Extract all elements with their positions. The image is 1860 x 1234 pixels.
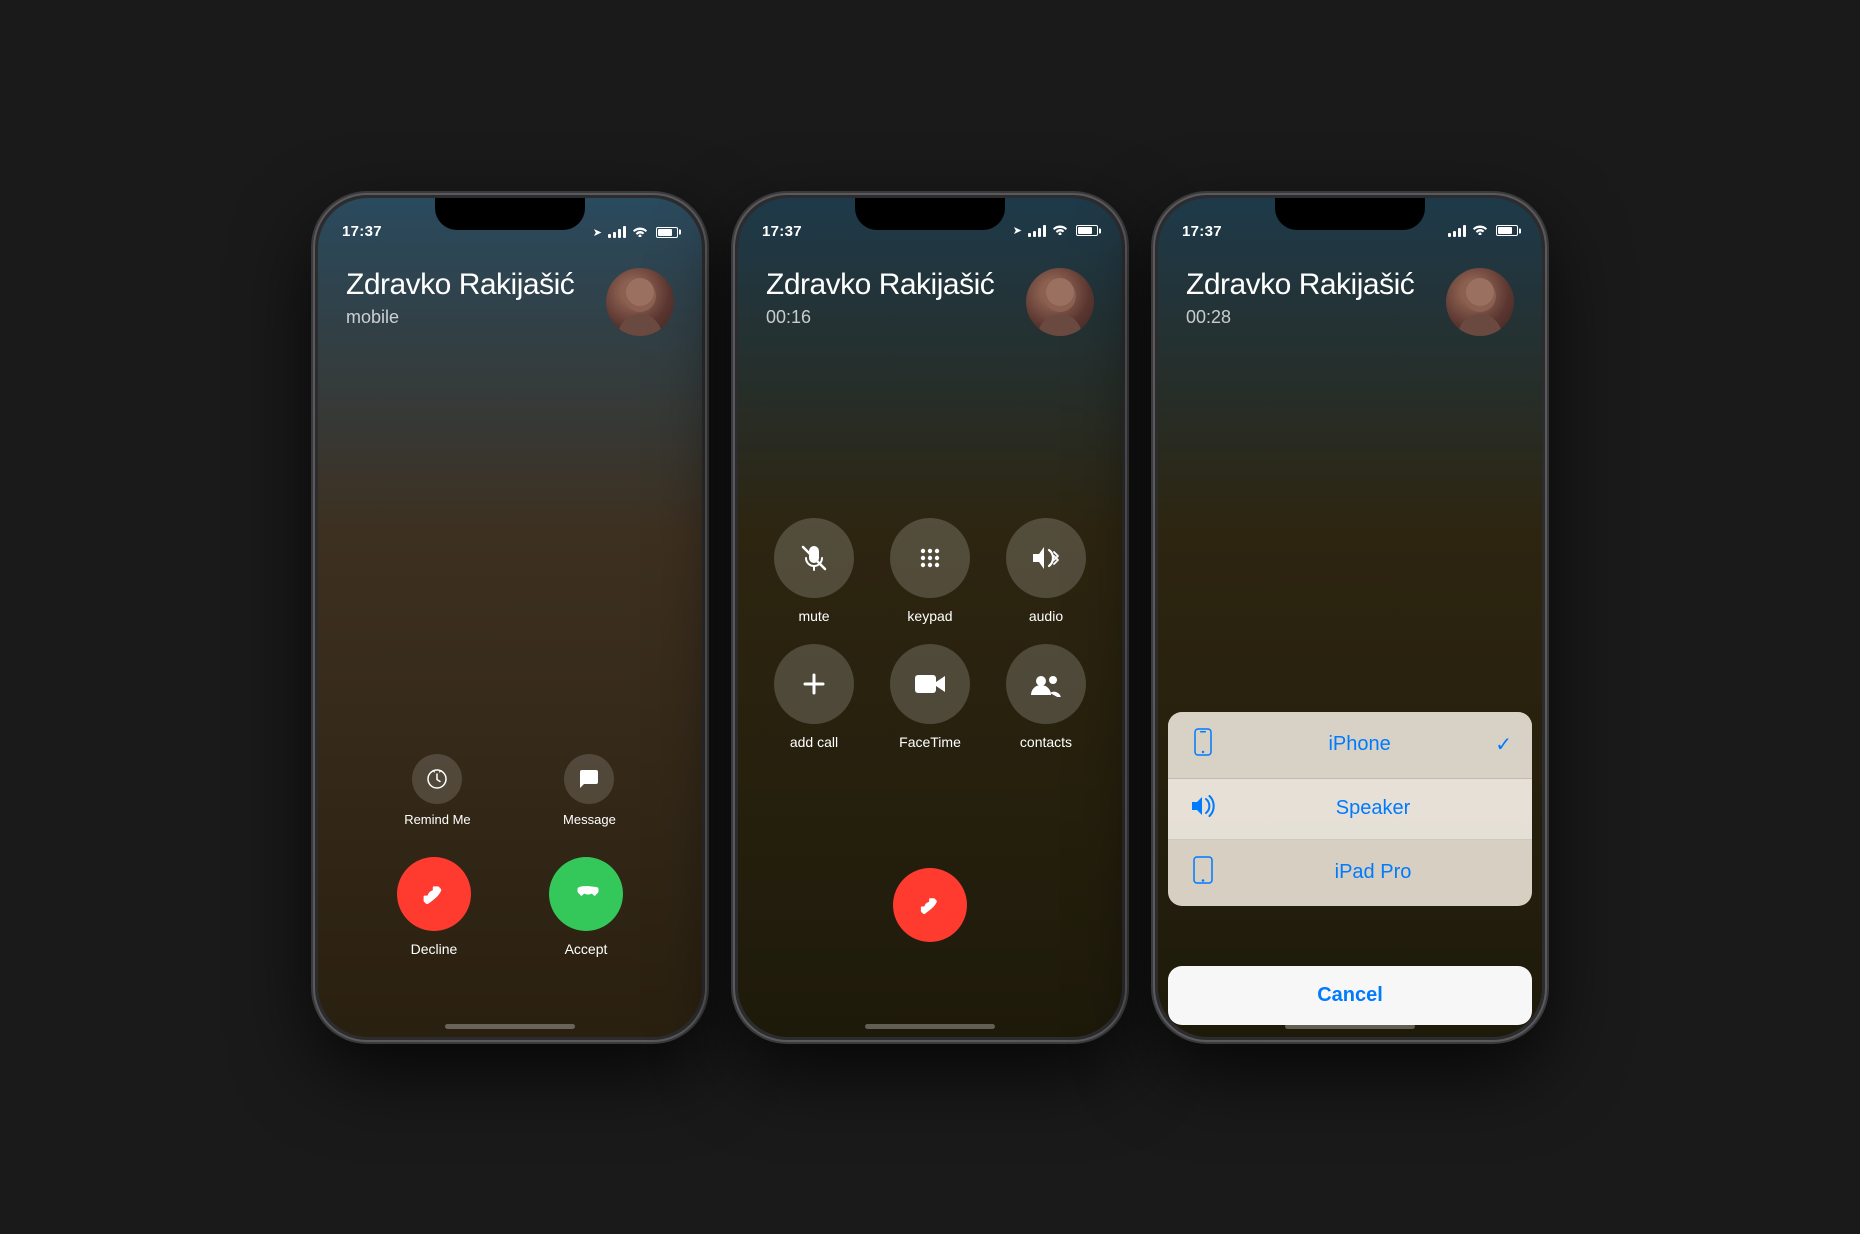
notch-active [855,198,1005,230]
iphone-audio-select: 17:37 [1155,195,1545,1040]
iphone-option-label: iPhone [1234,733,1485,756]
remind-me-icon [412,754,462,804]
ipad-pro-option-icon [1188,856,1218,890]
mute-label: mute [798,608,829,624]
contact-name: Zdravko Rakijašić [346,268,574,301]
audio-circle [1006,518,1086,598]
contact-name-active: Zdravko Rakijašić [766,268,994,301]
status-time-active: 17:37 [762,223,802,240]
battery-icon-active [1076,225,1098,236]
contact-info-active: Zdravko Rakijašić 00:16 [766,268,1094,336]
cancel-button[interactable]: Cancel [1168,966,1532,1025]
contact-avatar-audio [1446,268,1514,336]
signal-icon [608,226,626,238]
screen-incoming: 17:37 ➤ [318,198,702,1037]
mute-button[interactable]: mute [766,518,862,624]
contact-subtitle-audio: 00:28 [1186,307,1414,328]
battery-icon-audio [1496,225,1518,236]
contact-info: Zdravko Rakijašić mobile [346,268,674,336]
contact-avatar [606,268,674,336]
audio-popup: iPhone ✓ Sp [1158,712,1542,1037]
speaker-option-icon [1188,795,1218,823]
location-icon-active: ➤ [1013,224,1022,237]
notch [435,198,585,230]
iphone-option-icon [1188,728,1218,762]
status-time: 17:37 [342,223,382,240]
wifi-icon-audio [1472,222,1488,240]
audio-button[interactable]: audio [998,518,1094,624]
iphone-incoming: 17:37 ➤ [315,195,705,1040]
incoming-actions: Remind Me Message [318,754,702,957]
decline-button[interactable]: Decline [397,857,471,957]
screen-audio: 17:37 [1158,198,1542,1037]
home-indicator [445,1024,575,1029]
speaker-option-label: Speaker [1234,797,1512,820]
add-call-circle [774,644,854,724]
facetime-button[interactable]: FaceTime [882,644,978,750]
keypad-circle [890,518,970,598]
avatar-image-audio [1446,268,1514,336]
home-indicator-active [865,1024,995,1029]
ipad-pro-option-label: iPad Pro [1234,861,1512,884]
location-icon: ➤ [593,226,602,239]
wifi-icon-active [1052,222,1068,240]
contact-info-audio: Zdravko Rakijašić 00:28 [1186,268,1514,336]
iphone-check-icon: ✓ [1495,732,1512,757]
controls-grid: mute [766,518,1094,750]
status-icons-active: ➤ [1013,222,1098,240]
speaker-option[interactable]: Speaker [1168,779,1532,840]
status-icons: ➤ [593,225,678,240]
iphone-active: 17:37 ➤ [735,195,1125,1040]
message-icon [564,754,614,804]
notch-audio [1275,198,1425,230]
add-call-button[interactable]: add call [766,644,862,750]
ipad-pro-option[interactable]: iPad Pro [1168,840,1532,906]
keypad-button[interactable]: keypad [882,518,978,624]
call-controls: mute [738,518,1122,750]
decline-circle [397,857,471,931]
wifi-icon [632,225,648,240]
facetime-label: FaceTime [899,734,961,750]
accept-button[interactable]: Accept [549,857,623,957]
facetime-circle [890,644,970,724]
iphone-option[interactable]: iPhone ✓ [1168,712,1532,779]
message-label: Message [563,812,616,827]
avatar-image-active [1026,268,1094,336]
contact-subtitle: mobile [346,307,574,328]
quick-actions: Remind Me Message [318,754,702,827]
signal-icon-audio [1448,225,1466,237]
contacts-circle [1006,644,1086,724]
contact-subtitle-active: 00:16 [766,307,994,328]
phones-container: 17:37 ➤ [315,195,1545,1040]
status-icons-audio [1448,222,1518,240]
status-time-audio: 17:37 [1182,223,1222,240]
keypad-label: keypad [907,608,952,624]
contact-name-audio: Zdravko Rakijašić [1186,268,1414,301]
contact-avatar-active [1026,268,1094,336]
contacts-button[interactable]: contacts [998,644,1094,750]
accept-label: Accept [565,941,608,957]
end-call-button[interactable] [893,868,967,942]
signal-icon-active [1028,225,1046,237]
remind-me-label: Remind Me [404,812,470,827]
cancel-label: Cancel [1317,984,1383,1006]
add-call-label: add call [790,734,838,750]
call-buttons: Decline Accept [318,857,702,957]
decline-label: Decline [411,941,458,957]
remind-me-action[interactable]: Remind Me [404,754,470,827]
mute-circle [774,518,854,598]
contacts-label: contacts [1020,734,1072,750]
audio-label: audio [1029,608,1063,624]
battery-icon [656,227,678,238]
avatar-image [606,268,674,336]
accept-circle [549,857,623,931]
message-action[interactable]: Message [563,754,616,827]
audio-options-list: iPhone ✓ Sp [1168,712,1532,906]
screen-active: 17:37 ➤ [738,198,1122,1037]
